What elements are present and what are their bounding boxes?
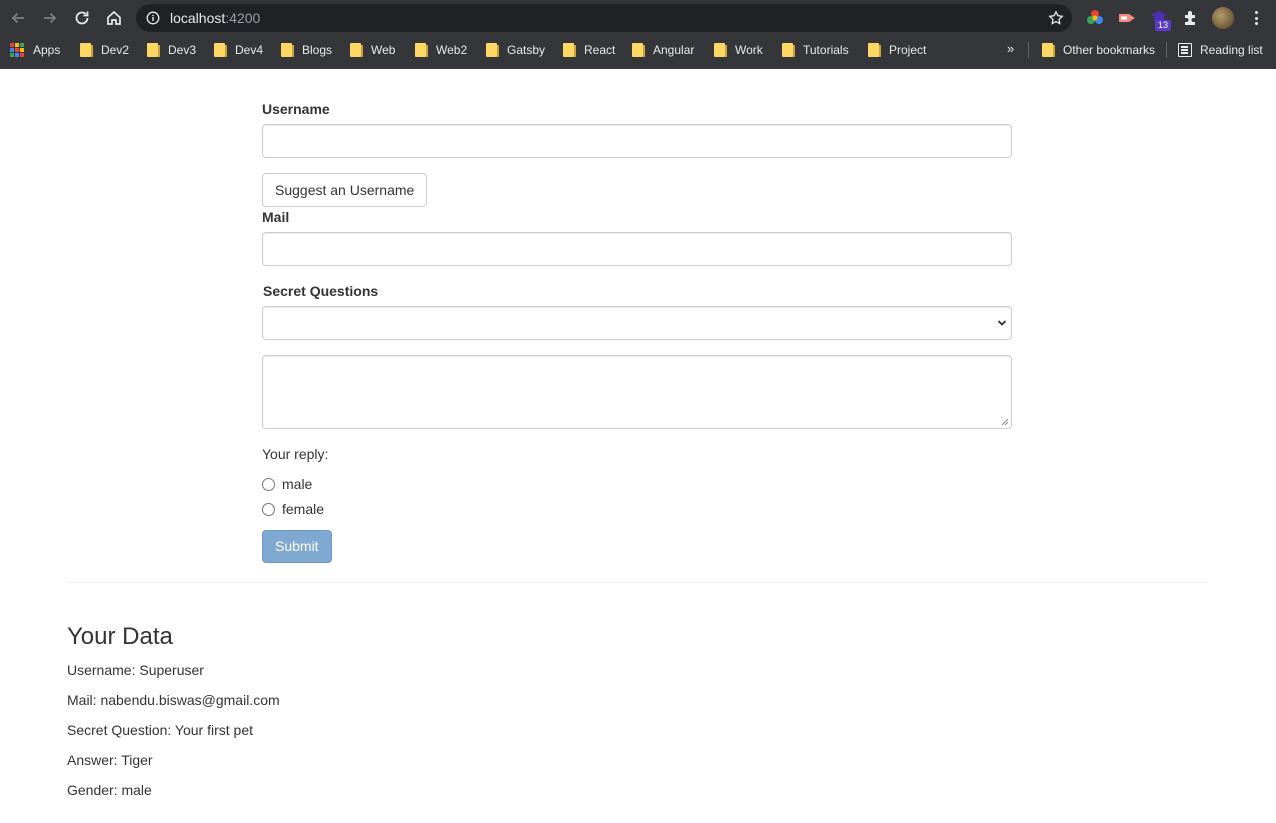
bookmark-dev2[interactable]: Dev2 xyxy=(80,41,129,59)
bookmark-label: Angular xyxy=(653,43,695,57)
puzzle-extensions-icon[interactable] xyxy=(1181,8,1201,28)
arrow-right-icon xyxy=(44,12,57,24)
submit-button[interactable]: Submit xyxy=(262,530,332,563)
bookmark-react[interactable]: React xyxy=(563,41,615,59)
info-icon[interactable] xyxy=(146,11,160,25)
bookmark-label: Gatsby xyxy=(507,43,546,57)
resize-grip-icon[interactable] xyxy=(1001,418,1009,426)
bookmark-label: Dev2 xyxy=(101,43,130,57)
browser-toolbar: localhost:4200 13 xyxy=(0,0,1276,36)
address-bar[interactable]: localhost:4200 xyxy=(136,4,1072,32)
bookmark-tutorials[interactable]: Tutorials xyxy=(782,41,849,59)
url-port: :4200 xyxy=(225,10,261,26)
reading-list-button[interactable]: Reading list xyxy=(1178,41,1263,59)
bookmark-label: Work xyxy=(735,43,763,57)
folder-icon xyxy=(214,43,227,57)
folder-icon xyxy=(1042,43,1055,57)
bookmark-label: Project xyxy=(889,43,927,57)
bookmark-project[interactable]: Project xyxy=(868,41,926,59)
result-mail: Mail: nabendu.biswas@gmail.com xyxy=(67,692,280,708)
result-secret-question: Secret Question: Your first pet xyxy=(67,722,253,738)
gender-option-female[interactable]: female xyxy=(262,501,324,517)
home-button[interactable] xyxy=(103,7,125,29)
radio-label-male: male xyxy=(282,476,313,492)
your-data-heading: Your Data xyxy=(67,623,173,650)
bookmarks-overflow-chevron[interactable]: » xyxy=(1007,41,1014,56)
url-host: localhost xyxy=(170,10,226,26)
bookmark-web2[interactable]: Web2 xyxy=(415,41,467,59)
profile-avatar[interactable] xyxy=(1212,7,1234,29)
radio-label-female: female xyxy=(282,501,325,517)
chevron-down-icon xyxy=(997,320,1007,326)
arrow-left-icon xyxy=(11,12,24,24)
back-button[interactable] xyxy=(7,7,29,29)
your-reply-label: Your reply: xyxy=(262,446,329,462)
bookmark-separator xyxy=(1028,42,1029,58)
folder-icon xyxy=(632,43,645,57)
suggest-username-button[interactable]: Suggest an Username xyxy=(262,173,428,207)
bookmark-angular[interactable]: Angular xyxy=(632,41,694,59)
forward-button[interactable] xyxy=(39,7,61,29)
folder-icon xyxy=(350,43,363,57)
color-picker-extension-icon[interactable] xyxy=(1085,8,1105,28)
url-text: localhost:4200 xyxy=(170,10,260,26)
username-label: Username xyxy=(262,101,330,117)
gender-option-male[interactable]: male xyxy=(262,476,312,492)
folder-icon xyxy=(563,43,576,57)
bookmark-work[interactable]: Work xyxy=(714,41,763,59)
folder-icon xyxy=(281,43,294,57)
bookmark-label: Other bookmarks xyxy=(1063,43,1156,57)
secret-questions-label: Secret Questions xyxy=(263,283,379,299)
home-icon xyxy=(107,10,121,25)
divider xyxy=(67,582,1208,583)
folder-icon xyxy=(147,43,160,57)
bookmark-label: React xyxy=(584,43,616,57)
bookmark-label: Dev3 xyxy=(168,43,197,57)
folder-icon xyxy=(714,43,727,57)
video-extension-icon[interactable] xyxy=(1117,8,1137,28)
result-username: Username: Superuser xyxy=(67,662,204,678)
bookmark-dev3[interactable]: Dev3 xyxy=(147,41,196,59)
bookmark-gatsby[interactable]: Gatsby xyxy=(486,41,545,59)
result-gender: Gender: male xyxy=(67,782,152,798)
folder-icon xyxy=(415,43,428,57)
bookmark-label: Web xyxy=(371,43,396,57)
extension-badge: 13 xyxy=(1155,20,1172,31)
browser-chrome: localhost:4200 13 Apps Dev2 Dev3 Dev4 Bl… xyxy=(0,0,1276,69)
reading-list-icon xyxy=(1178,43,1192,57)
bookmark-blogs[interactable]: Blogs xyxy=(281,41,332,59)
bookmark-label: Blogs xyxy=(302,43,333,57)
reading-list-label: Reading list xyxy=(1200,43,1263,57)
bookmark-apps[interactable]: Apps xyxy=(10,41,60,59)
folder-icon xyxy=(782,43,795,57)
bookmark-web[interactable]: Web xyxy=(350,41,395,59)
folder-icon xyxy=(868,43,881,57)
folder-icon xyxy=(80,43,93,57)
folder-icon xyxy=(486,43,499,57)
bookmark-other-bookmarks[interactable]: Other bookmarks xyxy=(1042,41,1155,59)
radio-button-male[interactable] xyxy=(262,477,275,491)
menu-kebab-icon[interactable] xyxy=(1250,9,1262,27)
apps-grid-icon xyxy=(10,43,24,57)
bookmark-separator xyxy=(1166,42,1167,58)
secret-questions-select[interactable] xyxy=(262,306,1012,340)
reload-icon xyxy=(75,11,89,25)
bookmark-dev4[interactable]: Dev4 xyxy=(214,41,263,59)
radio-button-female[interactable] xyxy=(262,502,275,516)
username-input[interactable] xyxy=(262,124,1012,158)
mail-input[interactable] xyxy=(262,232,1012,266)
answer-textarea[interactable] xyxy=(262,355,1012,429)
mail-label: Mail xyxy=(262,209,290,225)
bookmark-label: Tutorials xyxy=(803,43,849,57)
reload-button[interactable] xyxy=(71,7,93,29)
star-icon[interactable] xyxy=(1048,10,1064,26)
bookmark-label: Web2 xyxy=(436,43,468,57)
bookmark-label: Dev4 xyxy=(235,43,264,57)
bookmark-label: Apps xyxy=(33,43,61,57)
result-answer: Answer: Tiger xyxy=(67,752,153,768)
